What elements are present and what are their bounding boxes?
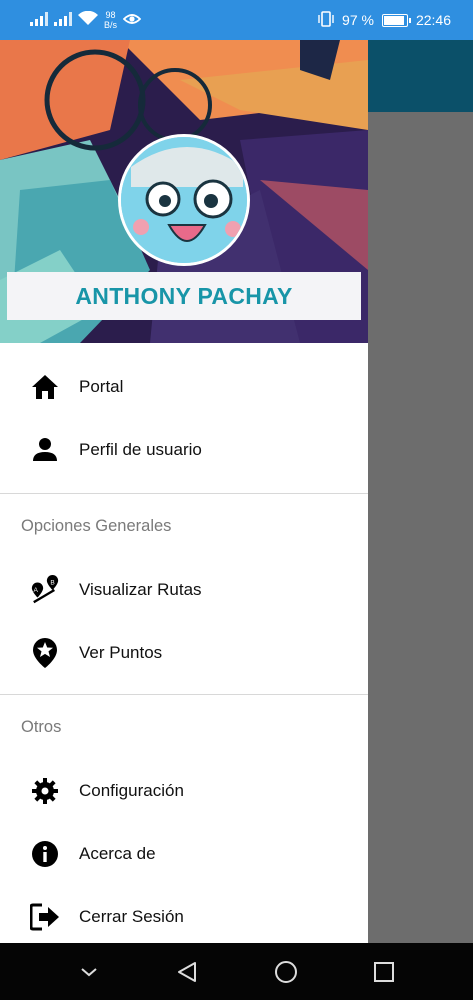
section-title-otros: Otros	[21, 717, 62, 736]
back-icon[interactable]	[167, 952, 207, 992]
route-icon: AB	[30, 574, 60, 605]
drawer-header: ANTHONY PACHAY	[0, 40, 368, 343]
battery-percent: 97 %	[342, 12, 374, 28]
clock: 22:46	[415, 12, 451, 28]
logout-icon	[30, 902, 60, 932]
menu-item-configuracion[interactable]: Configuración	[0, 759, 368, 822]
menu-item-label: Acerca de	[79, 843, 156, 863]
avatar[interactable]	[118, 134, 250, 266]
menu-item-acerca-de[interactable]: Acerca de	[0, 822, 368, 885]
net-speed-value: 98	[105, 10, 116, 20]
person-icon	[30, 435, 60, 465]
recents-icon[interactable]	[364, 952, 404, 992]
menu-item-visualizar-rutas[interactable]: AB Visualizar Rutas	[0, 558, 368, 621]
svg-text:B: B	[50, 579, 55, 586]
vibrate-icon	[318, 10, 334, 30]
navigation-drawer: ANTHONY PACHAY Portal Perfil de usuario …	[0, 40, 368, 943]
menu-item-label: Visualizar Rutas	[79, 579, 202, 599]
gear-icon	[30, 776, 60, 806]
menu-item-label: Cerrar Sesión	[79, 906, 184, 926]
menu-item-ver-puntos[interactable]: Ver Puntos	[0, 621, 368, 684]
home-icon	[30, 372, 60, 402]
menu-item-label: Configuración	[79, 780, 184, 800]
section-title-general: Opciones Generales	[21, 516, 172, 535]
info-icon	[30, 839, 60, 869]
battery-level	[383, 15, 405, 25]
chevron-down-icon[interactable]	[69, 952, 109, 992]
menu-item-cerrar-sesion[interactable]: Cerrar Sesión	[0, 885, 368, 943]
signal-icon	[30, 11, 48, 29]
system-nav-bar	[0, 943, 473, 1000]
home-circle-icon[interactable]	[266, 952, 306, 992]
user-name-banner: ANTHONY PACHAY	[7, 272, 361, 320]
user-name: ANTHONY PACHAY	[75, 282, 293, 309]
net-speed-unit: B/s	[104, 20, 118, 30]
wifi-icon	[78, 10, 98, 29]
status-bar: 98 B/s 97 % 22:46	[0, 0, 473, 40]
menu-item-portal[interactable]: Portal	[0, 355, 368, 418]
eye-icon	[122, 12, 142, 28]
battery-icon	[381, 13, 411, 27]
menu-item-label: Ver Puntos	[79, 642, 163, 662]
menu-item-label: Perfil de usuario	[79, 439, 202, 459]
menu-item-label: Portal	[79, 376, 124, 396]
signal-icon-2	[54, 11, 72, 29]
svg-text:A: A	[33, 586, 38, 593]
avatar-image	[121, 137, 247, 263]
net-speed: 98 B/s	[104, 10, 117, 30]
menu-item-profile[interactable]: Perfil de usuario	[0, 418, 368, 481]
star-pin-icon	[30, 637, 60, 668]
